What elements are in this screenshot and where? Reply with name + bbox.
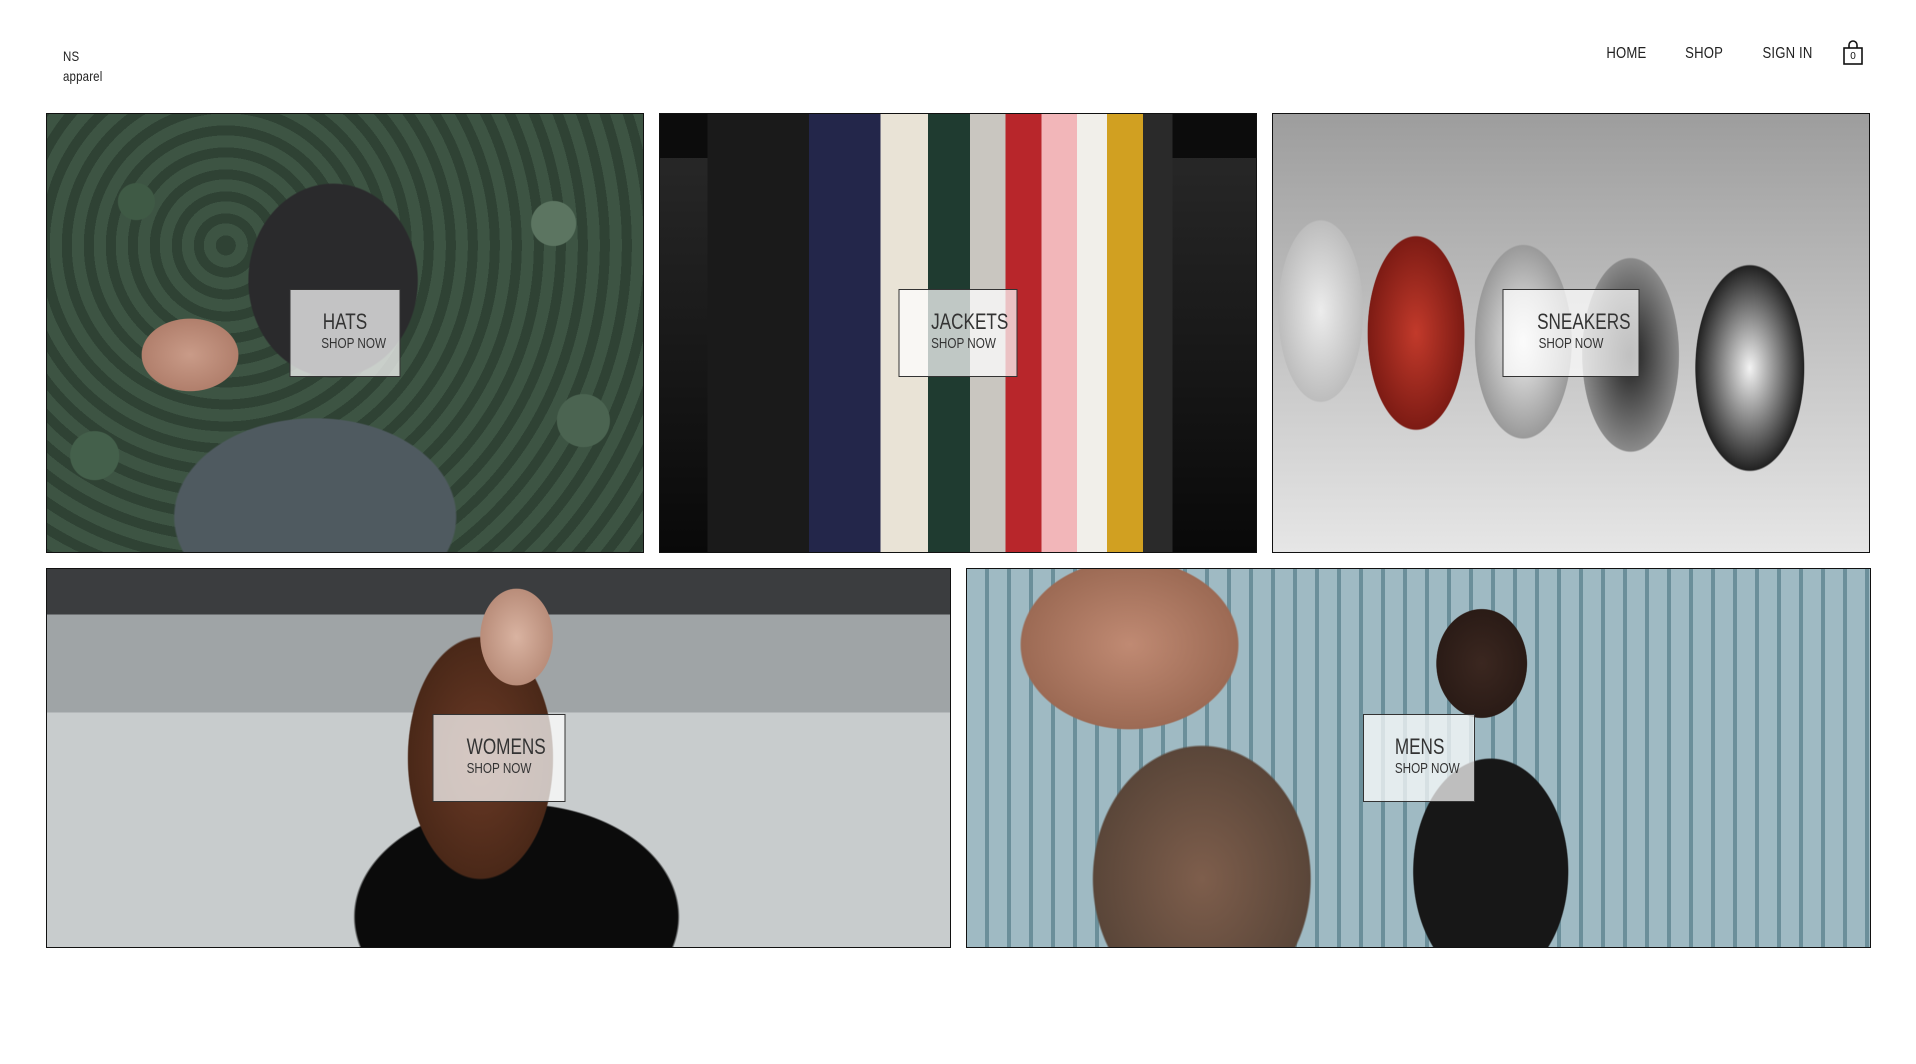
womens-label-box[interactable]: WOMENS SHOP NOW — [432, 714, 565, 802]
category-tile-hats[interactable]: HATS SHOP NOW — [46, 113, 644, 553]
hats-label-box[interactable]: HATS SHOP NOW — [289, 289, 401, 377]
category-title: SNEAKERS — [1537, 309, 1631, 334]
nav-home-link[interactable]: HOME — [1606, 45, 1646, 63]
jackets-label-box[interactable]: JACKETS SHOP NOW — [898, 289, 1018, 377]
brand-logo[interactable]: NS apparel — [63, 46, 102, 86]
category-tile-mens[interactable]: MENS SHOP NOW — [966, 568, 1871, 948]
brand-line-2: apparel — [63, 68, 103, 84]
nav-shop-link[interactable]: SHOP — [1685, 45, 1723, 63]
shop-now-link[interactable]: SHOP NOW — [321, 334, 386, 354]
category-title: JACKETS — [931, 309, 1009, 334]
category-title: WOMENS — [466, 734, 546, 759]
shop-now-link[interactable]: SHOP NOW — [466, 759, 531, 779]
sneakers-label-box[interactable]: SNEAKERS SHOP NOW — [1502, 289, 1640, 377]
brand-line-1: NS — [63, 48, 80, 64]
cart-button[interactable]: 0 — [1842, 40, 1868, 68]
category-tile-womens[interactable]: WOMENS SHOP NOW — [46, 568, 951, 948]
cart-count: 0 — [1850, 51, 1856, 62]
category-tile-sneakers[interactable]: SNEAKERS SHOP NOW — [1272, 113, 1870, 553]
shop-now-link[interactable]: SHOP NOW — [931, 334, 996, 354]
main-nav: HOME SHOP SIGN IN 0 — [1572, 40, 1868, 68]
shop-now-link[interactable]: SHOP NOW — [1537, 334, 1605, 354]
mens-label-box[interactable]: MENS SHOP NOW — [1362, 714, 1475, 802]
nav-sign-in-link[interactable]: SIGN IN — [1763, 45, 1813, 63]
category-tile-jackets[interactable]: JACKETS SHOP NOW — [659, 113, 1257, 553]
shop-now-link[interactable]: SHOP NOW — [1394, 759, 1459, 779]
category-title: HATS — [322, 309, 368, 334]
site-header: NS apparel HOME SHOP SIGN IN 0 — [0, 0, 1916, 110]
category-title: MENS — [1394, 734, 1444, 759]
